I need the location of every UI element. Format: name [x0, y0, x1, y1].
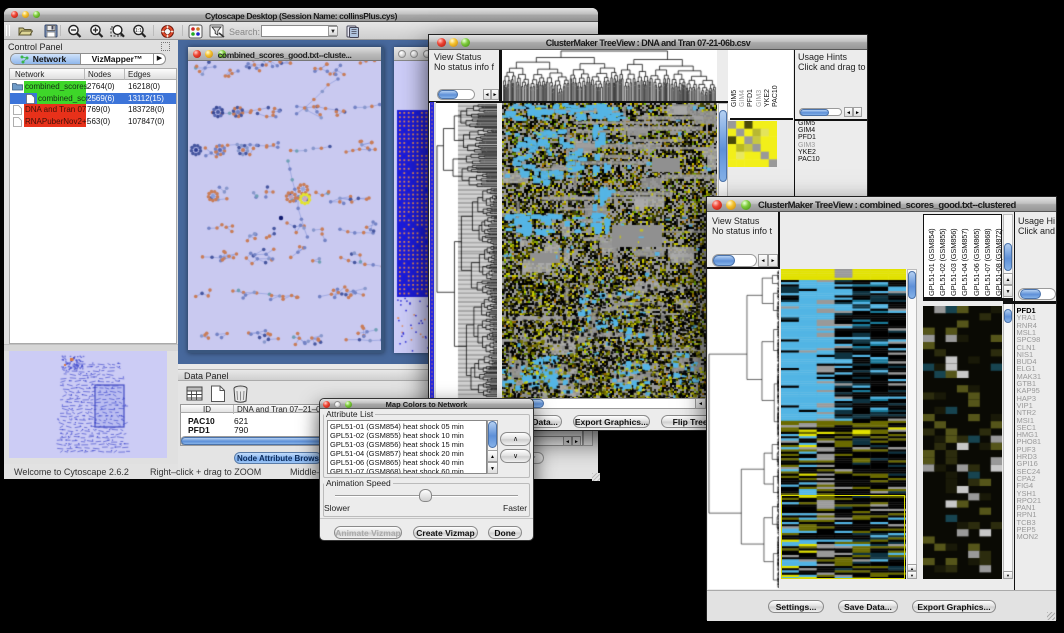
svg-text:1:1: 1:1: [135, 28, 142, 34]
